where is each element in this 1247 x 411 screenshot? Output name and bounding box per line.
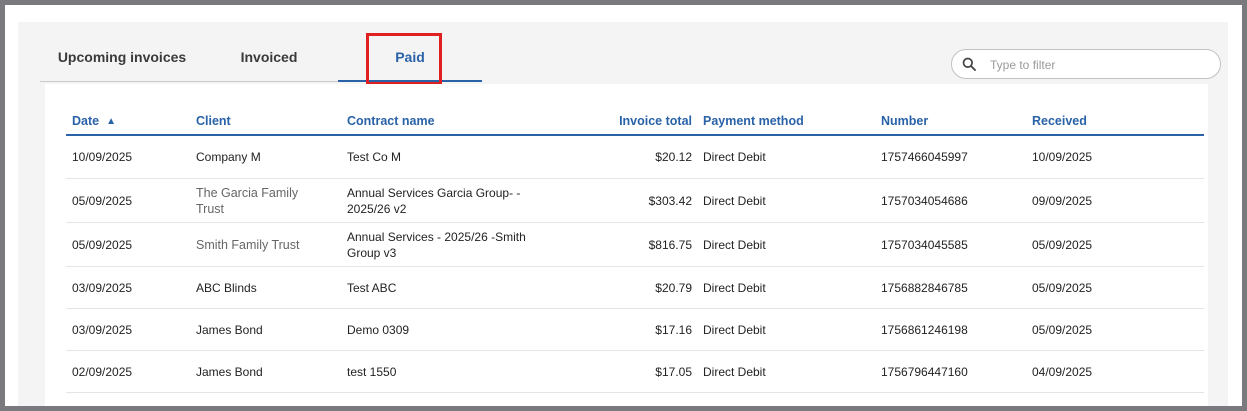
- cell-received: 10/09/2025: [1032, 150, 1093, 164]
- table-row[interactable]: 05/09/2025 Smith Family Trust Annual Ser…: [66, 223, 1204, 267]
- table-row[interactable]: 03/09/2025 James Bond Demo 0309 $17.16 D…: [66, 309, 1204, 351]
- filter-search-box[interactable]: [951, 49, 1221, 79]
- cell-number: 1756882846785: [881, 280, 968, 295]
- cell-received: 04/09/2025: [1032, 364, 1093, 379]
- search-icon: [962, 57, 976, 71]
- column-header-date[interactable]: Date ▲: [72, 114, 116, 128]
- cell-contract-name: Demo 0309: [347, 322, 410, 337]
- tab-invoiced[interactable]: Invoiced: [218, 49, 320, 65]
- cell-invoice-total: $17.05: [655, 364, 692, 379]
- tab-paid[interactable]: Paid: [338, 49, 482, 65]
- cell-client: James Bond: [196, 364, 263, 379]
- cell-payment-method: Direct Debit: [703, 237, 766, 252]
- table-row[interactable]: 05/09/2025 The Garcia Family Trust Annua…: [66, 179, 1204, 223]
- cell-contract-name: Test Co M: [347, 150, 402, 164]
- cell-contract-name: Test ABC: [347, 280, 397, 295]
- cell-invoice-total: $17.16: [655, 322, 692, 337]
- invoices-table: Date ▲ Client Contract name Invoice total…: [45, 84, 1208, 406]
- cell-client: Company M: [196, 150, 261, 164]
- table-row[interactable]: 03/09/2025 ABC Blinds Test ABC $20.79 Di…: [66, 267, 1204, 309]
- cell-contract-name: Annual Services - 2025/26 -Smith Group v…: [347, 229, 526, 260]
- column-header-invoice-total[interactable]: Invoice total: [585, 114, 692, 128]
- cell-number: 1757466045997: [881, 150, 968, 164]
- cell-invoice-total: $20.79: [655, 280, 692, 295]
- table-row[interactable]: 02/09/2025 James Bond test 1550 $17.05 D…: [66, 351, 1204, 393]
- cell-payment-method: Direct Debit: [703, 280, 766, 295]
- cell-contract-name: Annual Services Garcia Group- - 2025/26 …: [347, 185, 521, 216]
- cell-number: 1757034054686: [881, 193, 968, 208]
- cell-invoice-total: $20.12: [655, 150, 692, 164]
- column-header-payment-method[interactable]: Payment method: [703, 114, 804, 128]
- tabs-divider: [40, 81, 338, 82]
- cell-received: 05/09/2025: [1032, 322, 1093, 337]
- filter-input[interactable]: [988, 55, 1212, 75]
- invoices-panel: Upcoming invoices Invoiced Paid Date ▲ Cl…: [18, 22, 1228, 406]
- cell-date: 05/09/2025: [72, 193, 133, 208]
- cell-date: 02/09/2025: [72, 364, 133, 379]
- cell-number: 1757034045585: [881, 237, 968, 252]
- cell-received: 05/09/2025: [1032, 237, 1093, 252]
- cell-date: 10/09/2025: [72, 150, 133, 164]
- cell-number: 1756796447160: [881, 364, 968, 379]
- tab-upcoming-invoices[interactable]: Upcoming invoices: [48, 49, 196, 65]
- cell-contract-name: test 1550: [347, 364, 397, 379]
- cell-payment-method: Direct Debit: [703, 193, 766, 208]
- cell-payment-method: Direct Debit: [703, 322, 766, 337]
- cell-date: 05/09/2025: [72, 237, 133, 252]
- cell-client: ABC Blinds: [196, 280, 257, 295]
- cell-date: 03/09/2025: [72, 280, 133, 295]
- cell-date: 03/09/2025: [72, 322, 133, 337]
- cell-number: 1756861246198: [881, 322, 968, 337]
- screenshot-frame: Upcoming invoices Invoiced Paid Date ▲ Cl…: [0, 0, 1247, 411]
- cell-received: 09/09/2025: [1032, 193, 1093, 208]
- sort-ascending-icon[interactable]: ▲: [106, 116, 116, 127]
- column-header-received[interactable]: Received: [1032, 114, 1087, 128]
- cell-received: 05/09/2025: [1032, 280, 1093, 295]
- cell-client: James Bond: [196, 322, 263, 337]
- cell-payment-method: Direct Debit: [703, 364, 766, 379]
- cell-client: Smith Family Trust: [196, 237, 300, 252]
- active-tab-indicator: [338, 80, 482, 82]
- cell-invoice-total: $816.75: [648, 237, 692, 252]
- column-header-date-label: Date: [72, 114, 100, 128]
- cell-client: The Garcia Family Trust: [196, 185, 299, 216]
- column-header-number[interactable]: Number: [881, 114, 928, 128]
- table-row[interactable]: 10/09/2025 Company M Test Co M $20.12 Di…: [66, 136, 1204, 179]
- column-header-contract-name[interactable]: Contract name: [347, 114, 435, 128]
- cell-payment-method: Direct Debit: [703, 150, 766, 164]
- cell-invoice-total: $303.42: [648, 193, 692, 208]
- column-header-client[interactable]: Client: [196, 114, 231, 128]
